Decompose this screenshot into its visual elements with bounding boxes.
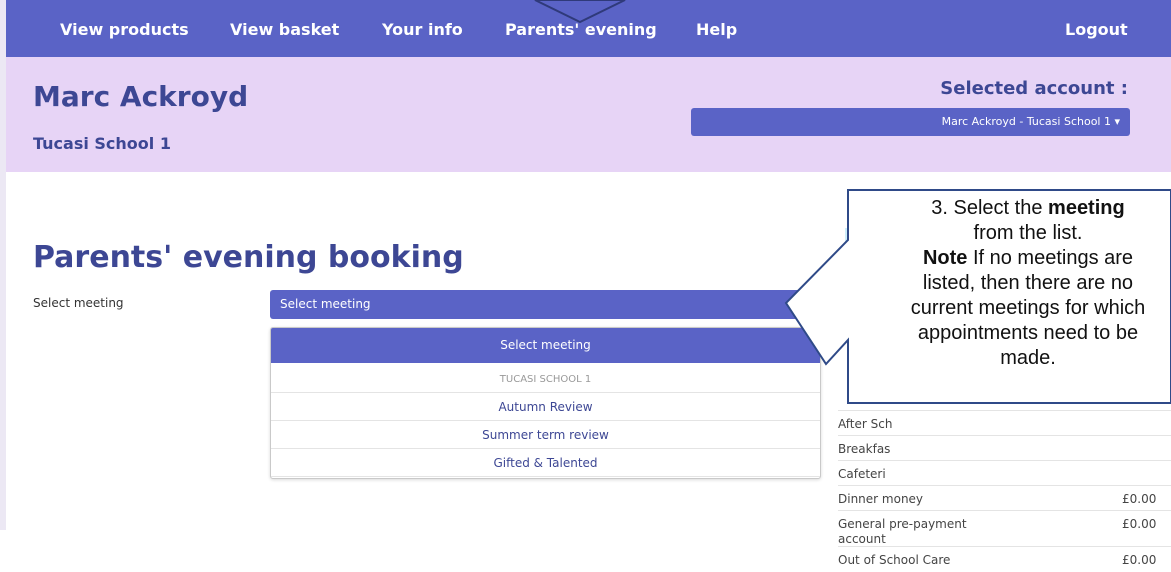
- balance-amount: £0.00: [1122, 517, 1157, 531]
- balance-name: Dinner money: [838, 492, 924, 506]
- nav-help[interactable]: Help: [696, 0, 737, 57]
- balance-amount: £0.00: [1122, 492, 1157, 506]
- nav-your-info[interactable]: Your info: [382, 0, 463, 57]
- top-navigation: View products View basket Your info Pare…: [6, 0, 1171, 57]
- page-title: Parents' evening booking: [33, 240, 464, 275]
- balance-amount: £0.00: [1122, 553, 1157, 567]
- dropdown-option-gifted-talented[interactable]: Gifted & Talented: [271, 449, 820, 477]
- balance-name: After Sch: [838, 417, 893, 431]
- callout-line: appointments need to be: [917, 322, 1139, 344]
- callout-bold: meeting: [1048, 197, 1125, 219]
- nav-view-products[interactable]: View products: [60, 0, 189, 57]
- logout-link[interactable]: Logout: [1065, 0, 1128, 57]
- dropdown-option-autumn-review[interactable]: Autumn Review: [271, 393, 820, 421]
- user-name: Marc Ackroyd: [33, 80, 249, 113]
- table-row: Out of School Care £0.00: [838, 546, 1171, 572]
- table-row: General pre-payment account £0.00: [838, 510, 1171, 547]
- selected-account-label: Selected account :: [940, 78, 1128, 99]
- account-select[interactable]: Marc Ackroyd - Tucasi School 1 ▾: [691, 108, 1130, 136]
- chevron-down-icon: ▼: [799, 298, 808, 311]
- nav-parents-evening[interactable]: Parents' evening: [505, 0, 657, 57]
- meeting-select[interactable]: Select meeting ▼: [270, 290, 820, 319]
- callout-line: made.: [1000, 347, 1056, 369]
- nav-view-basket[interactable]: View basket: [230, 0, 339, 57]
- meeting-dropdown-list: Select meeting TUCASI SCHOOL 1 Autumn Re…: [270, 327, 821, 479]
- table-row: Dinner money £0.00: [838, 485, 1171, 511]
- callout-inner: 3. Select the meeting from the list. Not…: [858, 190, 1171, 371]
- dropdown-option-summer-term-review[interactable]: Summer term review: [271, 421, 820, 449]
- balance-name: Cafeteri: [838, 467, 886, 481]
- dropdown-group-label: TUCASI SCHOOL 1: [499, 374, 592, 385]
- balance-name: Out of School Care: [838, 553, 951, 567]
- table-row: After Sch: [838, 410, 1171, 436]
- callout-line: If no meetings are: [967, 247, 1134, 269]
- balance-name: General pre-payment account: [838, 517, 967, 546]
- callout-line: listed, then there are no: [922, 272, 1134, 294]
- callout-line: current meetings for which: [910, 297, 1146, 319]
- balance-name: Breakfas: [838, 442, 891, 456]
- callout-line: from the list.: [973, 222, 1083, 244]
- callout-line: 3. Select the: [931, 197, 1043, 219]
- school-name: Tucasi School 1: [33, 134, 171, 153]
- select-meeting-label: Select meeting: [33, 296, 124, 310]
- dropdown-option-select-meeting[interactable]: Select meeting: [271, 328, 820, 363]
- meeting-select-value: Select meeting: [280, 297, 371, 311]
- callout-text: 3. Select the meeting from the list. Not…: [858, 190, 1171, 403]
- table-row: Breakfas: [838, 435, 1171, 461]
- table-row: Cafeteri: [838, 460, 1171, 486]
- callout-bold: Note: [922, 247, 968, 269]
